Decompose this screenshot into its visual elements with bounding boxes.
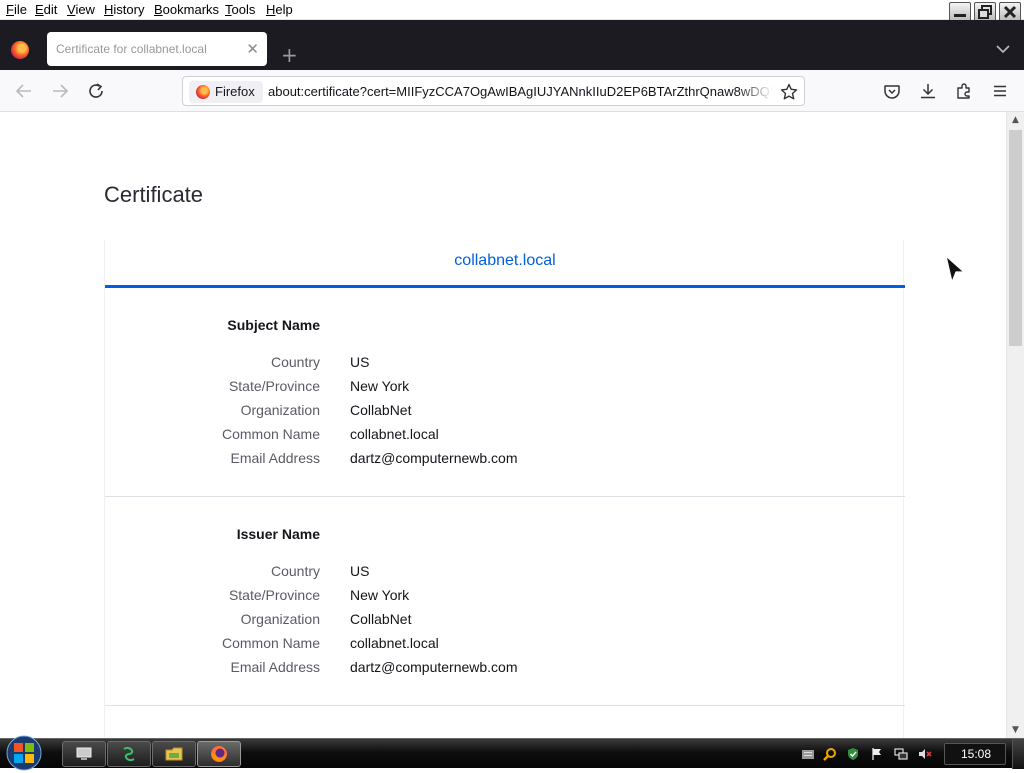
menu-view[interactable]: View: [67, 2, 95, 17]
scroll-up-icon[interactable]: ▲: [1012, 115, 1019, 125]
field-label: State/Province: [228, 587, 320, 603]
tray-search-icon[interactable]: [823, 747, 837, 761]
new-tab-plus-icon[interactable]: +: [281, 45, 298, 65]
field-label: Country: [270, 354, 320, 370]
mouse-cursor-icon: [945, 255, 965, 283]
menu-file[interactable]: File: [6, 2, 27, 17]
firefox-logo-icon: [196, 85, 210, 99]
address-bar[interactable]: Firefox about:certificate?cert=MIIFyzCCA…: [182, 76, 805, 106]
taskbar-app-utility[interactable]: [107, 741, 151, 767]
field-label: State/Province: [228, 378, 320, 394]
tray-volume-muted-icon[interactable]: [918, 747, 932, 761]
menu-help[interactable]: Help: [266, 2, 293, 17]
field-label: Organization: [240, 402, 320, 418]
field-value: New York: [350, 587, 410, 603]
section-title: Issuer Name: [236, 526, 320, 542]
field-value: US: [350, 354, 370, 370]
field-value: dartz@computernewb.com: [350, 450, 518, 466]
info-row: Email Address dartz@computernewb.com: [105, 659, 905, 683]
field-value: collabnet.local: [350, 635, 439, 651]
info-row: Email Address dartz@computernewb.com: [105, 450, 905, 474]
field-label: Email Address: [230, 450, 320, 466]
tray-keyboard-icon[interactable]: [801, 747, 815, 761]
tab-certificate[interactable]: Certificate for collabnet.local ✕: [47, 32, 267, 66]
field-value: CollabNet: [350, 611, 412, 627]
minimize-icon: [954, 14, 966, 17]
computer-icon: [76, 747, 92, 760]
field-value: dartz@computernewb.com: [350, 659, 518, 675]
info-row: Country US: [105, 354, 905, 378]
minimize-button[interactable]: [949, 2, 971, 22]
identity-box[interactable]: Firefox: [189, 81, 263, 103]
pocket-icon[interactable]: [883, 82, 901, 100]
close-icon: [1003, 5, 1017, 19]
menu-edit[interactable]: Edit: [35, 2, 57, 17]
firefox-logo-icon: [11, 41, 29, 59]
info-row: Common Name collabnet.local: [105, 426, 905, 450]
field-value: CollabNet: [350, 402, 412, 418]
maximize-button[interactable]: [974, 2, 996, 22]
downloads-icon[interactable]: [919, 82, 937, 100]
tray-security-shield-icon[interactable]: [846, 747, 860, 761]
system-clock[interactable]: 15:08: [944, 743, 1006, 765]
menu-history[interactable]: History: [104, 2, 144, 17]
navigation-toolbar: Firefox about:certificate?cert=MIIFyzCCA…: [0, 70, 1024, 112]
folder-icon: [165, 747, 183, 761]
menu-tools[interactable]: Tools: [225, 2, 255, 17]
firefox-logo-icon: [211, 746, 227, 762]
page-content: Certificate collabnet.local Subject Name…: [0, 112, 1006, 738]
field-label: Common Name: [221, 426, 320, 442]
menu-bookmarks[interactable]: Bookmarks: [154, 2, 219, 17]
info-row: State/Province New York: [105, 587, 905, 611]
windows-start-icon[interactable]: [4, 733, 44, 773]
identity-label: Firefox: [215, 84, 255, 99]
info-row: Organization CollabNet: [105, 402, 905, 426]
field-value: New York: [350, 378, 410, 394]
field-label: Country: [270, 563, 320, 579]
tab-title: Certificate for collabnet.local: [56, 42, 207, 56]
forward-arrow-icon[interactable]: [51, 82, 69, 100]
menu-bar: File Edit View History Bookmarks Tools H…: [0, 0, 1024, 22]
bookmark-star-icon[interactable]: [780, 83, 798, 101]
info-row: State/Province New York: [105, 378, 905, 402]
back-arrow-icon[interactable]: [15, 82, 33, 100]
page-title: Certificate: [104, 182, 204, 207]
show-desktop-button[interactable]: [1012, 739, 1024, 769]
taskbar-app-explorer[interactable]: [62, 741, 106, 767]
certificate-tab-label: collabnet.local: [454, 252, 556, 269]
certificate-tab[interactable]: collabnet.local: [105, 240, 905, 288]
field-label: Organization: [240, 611, 320, 627]
field-value: US: [350, 563, 370, 579]
section-divider: [105, 496, 905, 497]
clock-time: 15:08: [960, 747, 992, 761]
chevron-down-icon[interactable]: [996, 44, 1010, 54]
tab-strip: Certificate for collabnet.local ✕ +: [0, 20, 1024, 70]
scroll-down-icon[interactable]: ▼: [1012, 725, 1019, 735]
field-label: Email Address: [230, 659, 320, 675]
section-title: Subject Name: [227, 317, 320, 333]
taskbar-app-folder[interactable]: [152, 741, 196, 767]
hamburger-menu-icon[interactable]: [991, 82, 1009, 100]
info-row: Country US: [105, 563, 905, 587]
tray-flag-icon[interactable]: [870, 747, 884, 761]
extensions-puzzle-icon[interactable]: [955, 82, 973, 100]
reload-icon[interactable]: [87, 82, 105, 100]
certificate-card: collabnet.local Subject Name Country US S…: [104, 240, 905, 738]
info-row: Organization CollabNet: [105, 611, 905, 635]
tray-network-icon[interactable]: [894, 747, 908, 761]
tab-close-icon[interactable]: ✕: [246, 40, 259, 58]
field-value: collabnet.local: [350, 426, 439, 442]
info-row: Common Name collabnet.local: [105, 635, 905, 659]
field-label: Common Name: [221, 635, 320, 651]
restore-icon: [978, 5, 992, 19]
taskbar-app-firefox[interactable]: [197, 741, 241, 767]
taskbar: 15:08: [0, 735, 1024, 771]
vertical-scrollbar[interactable]: ▲ ▼: [1006, 112, 1024, 738]
utility-app-icon: [123, 746, 135, 762]
scrollbar-thumb[interactable]: [1009, 130, 1022, 346]
close-window-button[interactable]: [999, 2, 1021, 22]
section-divider: [105, 705, 905, 706]
url-text[interactable]: about:certificate?cert=MIIFyzCCA7OgAwIBA…: [268, 84, 773, 99]
